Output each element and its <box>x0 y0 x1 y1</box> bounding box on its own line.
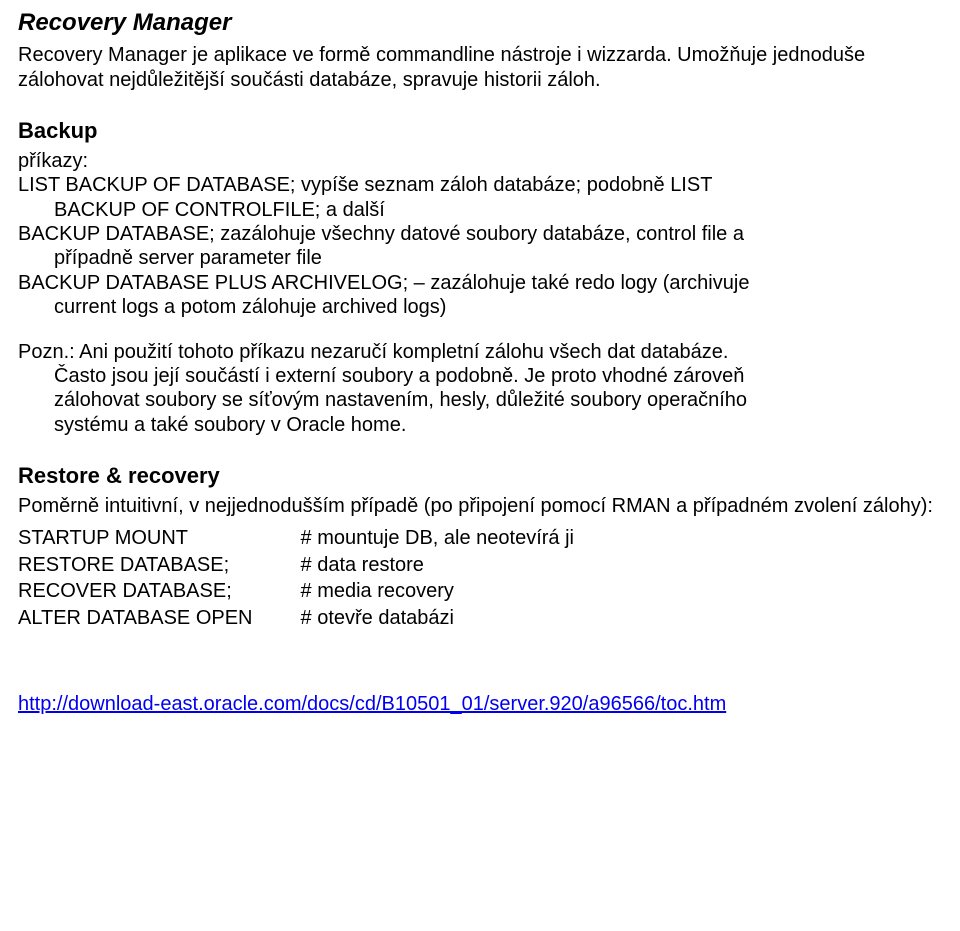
note-line: Pozn.: Ani použití tohoto příkazu nezaru… <box>18 340 942 364</box>
backup-cmd-arch-line: BACKUP DATABASE PLUS ARCHIVELOG; – zazál… <box>18 271 942 295</box>
backup-cmd-db-line: BACKUP DATABASE; zazálohuje všechny dato… <box>18 222 942 246</box>
restore-heading: Restore & recovery <box>18 463 942 490</box>
command-cell: RECOVER DATABASE; <box>18 579 301 605</box>
footer-link-wrap: http://download-east.oracle.com/docs/cd/… <box>18 692 942 716</box>
backup-cmd-db-line: případně server parameter file <box>18 246 942 270</box>
table-row: ALTER DATABASE OPEN # otevře databázi <box>18 606 574 632</box>
comment-cell: # media recovery <box>301 579 575 605</box>
table-row: STARTUP MOUNT # mountuje DB, ale neoteví… <box>18 526 574 552</box>
note-line: Často jsou její součástí i externí soubo… <box>18 364 942 388</box>
backup-prikazy-label: příkazy: <box>18 149 942 173</box>
page-title: Recovery Manager <box>18 8 942 37</box>
backup-cmd-arch-line: current logs a potom zálohuje archived l… <box>18 295 942 319</box>
note-line: systému a také soubory v Oracle home. <box>18 413 942 437</box>
comment-cell: # otevře databázi <box>301 606 575 632</box>
command-cell: RESTORE DATABASE; <box>18 553 301 579</box>
table-row: RESTORE DATABASE; # data restore <box>18 553 574 579</box>
backup-heading: Backup <box>18 118 942 145</box>
note-line: zálohovat soubory se síťovým nastavením,… <box>18 388 942 412</box>
backup-cmd-list-line: BACKUP OF CONTROLFILE; a další <box>18 198 942 222</box>
intro-paragraph: Recovery Manager je aplikace ve formě co… <box>18 43 942 92</box>
comment-cell: # mountuje DB, ale neotevírá ji <box>301 526 575 552</box>
backup-commands-block: příkazy: LIST BACKUP OF DATABASE; vypíše… <box>18 149 942 320</box>
table-row: RECOVER DATABASE; # media recovery <box>18 579 574 605</box>
commands-table: STARTUP MOUNT # mountuje DB, ale neoteví… <box>18 526 574 632</box>
comment-cell: # data restore <box>301 553 575 579</box>
restore-intro: Poměrně intuitivní, v nejjednodušším pří… <box>18 494 942 518</box>
documentation-link[interactable]: http://download-east.oracle.com/docs/cd/… <box>18 693 726 715</box>
command-cell: ALTER DATABASE OPEN <box>18 606 301 632</box>
backup-cmd-list-line: LIST BACKUP OF DATABASE; vypíše seznam z… <box>18 173 942 197</box>
note-block: Pozn.: Ani použití tohoto příkazu nezaru… <box>18 340 942 438</box>
command-cell: STARTUP MOUNT <box>18 526 301 552</box>
